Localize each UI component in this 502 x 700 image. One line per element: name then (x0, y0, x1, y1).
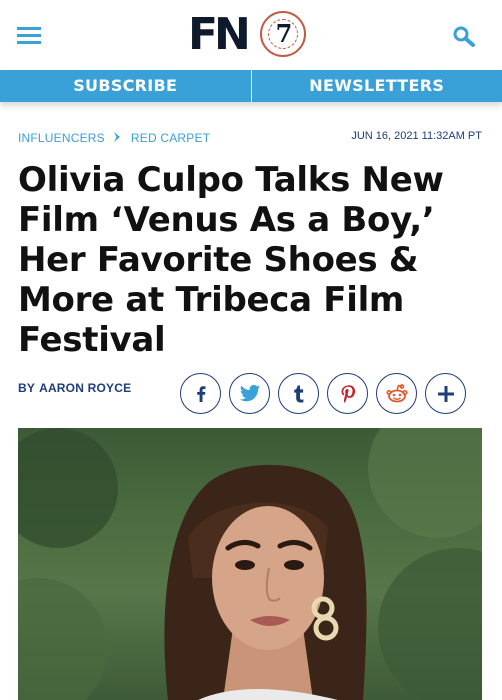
hero-image (18, 428, 482, 700)
article-headline: Olivia Culpo Talks New Film ‘Venus As a … (18, 160, 444, 360)
top-nav-bar: SUBSCRIBE NEWSLETTERS (0, 70, 502, 102)
site-header: FN 7 (0, 0, 502, 70)
publish-date: JUN 16, 2021 11:32AM PT (351, 130, 482, 142)
pinterest-icon (341, 384, 355, 403)
twitter-icon (239, 384, 260, 401)
tumblr-icon (293, 385, 303, 402)
subscribe-button[interactable]: SUBSCRIBE (0, 70, 251, 102)
more-share-button[interactable] (425, 373, 466, 414)
breadcrumb-red-carpet[interactable]: RED CARPET (131, 131, 210, 145)
newsletters-button[interactable]: NEWSLETTERS (252, 70, 502, 102)
breadcrumb-influencers[interactable]: INFLUENCERS (18, 131, 105, 145)
hero-photo-illustration (18, 428, 482, 700)
byline-prefix: BY (18, 381, 36, 395)
search-icon[interactable] (452, 25, 476, 47)
author-link[interactable]: AARON ROYCE (39, 381, 131, 395)
twitter-share-button[interactable] (229, 373, 270, 414)
seal-number: 7 (275, 19, 293, 48)
reddit-share-button[interactable] (376, 373, 417, 414)
facebook-share-button[interactable] (180, 373, 221, 414)
chevron-right-icon (113, 131, 125, 145)
facebook-icon (196, 385, 205, 402)
pinterest-share-button[interactable] (327, 373, 368, 414)
tumblr-share-button[interactable] (278, 373, 319, 414)
plus-icon (437, 385, 454, 402)
byline: BY AARON ROYCE (18, 381, 131, 395)
reddit-icon (385, 383, 408, 402)
breadcrumb: INFLUENCERS RED CARPET (18, 131, 210, 145)
hamburger-menu-icon[interactable] (17, 25, 41, 45)
logo-wordmark: FN (188, 9, 251, 60)
site-logo[interactable]: FN 7 (186, 10, 306, 60)
share-buttons (180, 373, 466, 414)
anniversary-seal: 7 (260, 11, 306, 57)
